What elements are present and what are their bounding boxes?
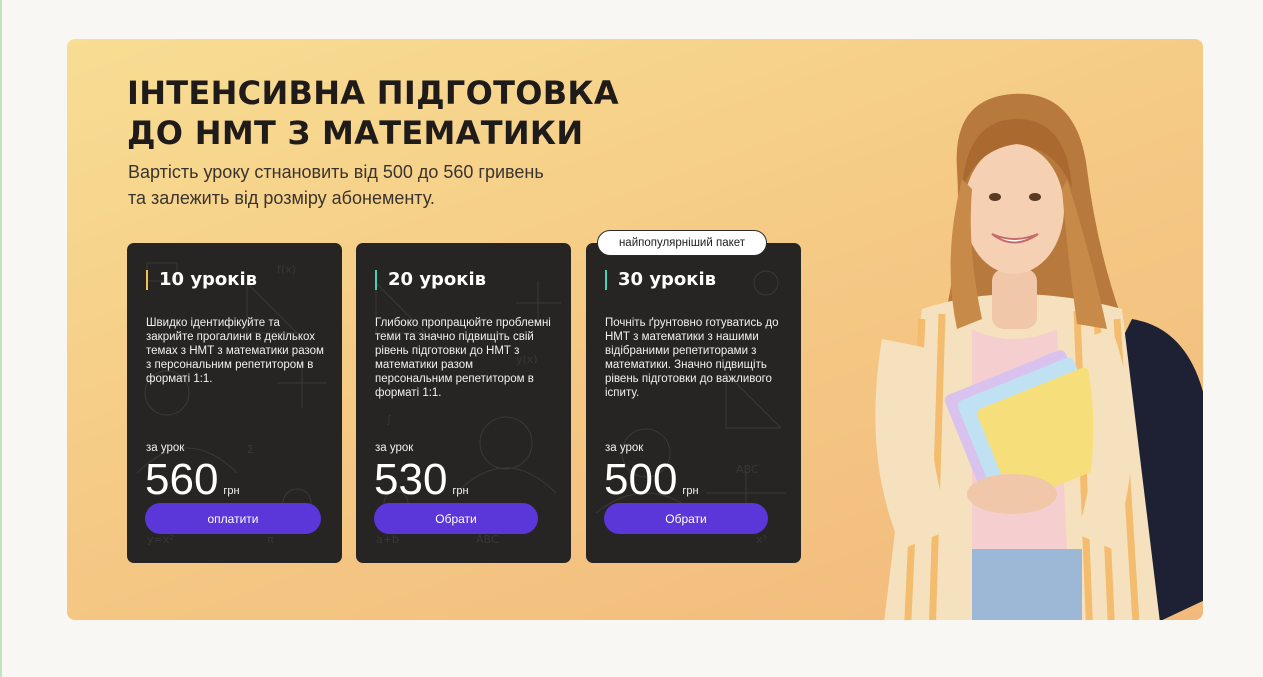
neck <box>992 269 1037 329</box>
title-line-1: ІНТЕНСИВНА ПІДГОТОВКА <box>127 74 619 112</box>
price-currency: грн <box>452 485 469 497</box>
price-currency: грн <box>682 485 699 497</box>
per-lesson-label: за урок <box>375 442 414 454</box>
select-button[interactable]: Обрати <box>374 503 538 534</box>
svg-text:π: π <box>267 533 274 546</box>
svg-text:Σ: Σ <box>247 443 254 456</box>
pay-button[interactable]: оплатити <box>145 503 321 534</box>
page-subtitle: Вартість уроку стнановить від 500 до 560… <box>128 159 588 211</box>
pricing-card-30: ABC √2 x³ 30 уроків Почніть ґрунтовно готу… <box>586 243 801 563</box>
subtitle-line-1: Вартість уроку стнановить від 500 до 560… <box>128 162 544 182</box>
price: 500 грн <box>604 456 699 504</box>
hand <box>967 474 1057 514</box>
per-lesson-label: за урок <box>605 442 644 454</box>
svg-text:ABC: ABC <box>736 463 759 476</box>
card-title: 30 уроків <box>605 270 716 290</box>
price-currency: грн <box>223 485 240 497</box>
card-description: Почніть ґрунтовно готуватись до НМТ з ма… <box>605 317 779 399</box>
svg-text:f(x): f(x) <box>277 263 296 276</box>
price-amount: 560 <box>145 455 219 504</box>
card-description: Швидко ідентифікуйте та закрийте прогали… <box>146 317 324 385</box>
svg-text:a+b: a+b <box>376 533 399 546</box>
card-title: 20 уроків <box>375 270 486 290</box>
card-description: Глибоко пропрацюйте проблемні теми та зн… <box>375 317 551 399</box>
pricing-card-20: y(x) ∫ ABC a+b 20 уроків Глибоко пропрацюй… <box>356 243 571 563</box>
student-photo <box>875 93 1203 620</box>
page-left-edge <box>0 0 2 677</box>
select-button[interactable]: Обрати <box>604 503 768 534</box>
page-title: ІНТЕНСИВНА ПІДГОТОВКА ДО НМТ З МАТЕМАТИК… <box>127 73 647 153</box>
title-line-2: ДО НМТ З МАТЕМАТИКИ <box>127 114 584 152</box>
card-title: 10 уроків <box>146 270 257 290</box>
svg-text:y=x²: y=x² <box>147 533 174 546</box>
svg-text:∫: ∫ <box>386 413 392 426</box>
subtitle-line-2: та залежить від розміру абонементу. <box>128 188 435 208</box>
price-amount: 530 <box>374 455 448 504</box>
pricing-banner: ІНТЕНСИВНА ПІДГОТОВКА ДО НМТ З МАТЕМАТИК… <box>67 39 1203 620</box>
face <box>964 144 1064 274</box>
price-amount: 500 <box>604 455 678 504</box>
price: 560 грн <box>145 456 240 504</box>
pricing-card-10: f(x) √x Σ y=x² π 10 уроків Швидко ідентифік… <box>127 243 342 563</box>
popular-badge: найпопулярніший пакет <box>597 230 767 256</box>
jeans <box>972 549 1082 620</box>
per-lesson-label: за урок <box>146 442 185 454</box>
svg-text:x³: x³ <box>756 533 767 546</box>
svg-text:ABC: ABC <box>476 533 499 546</box>
price: 530 грн <box>374 456 469 504</box>
